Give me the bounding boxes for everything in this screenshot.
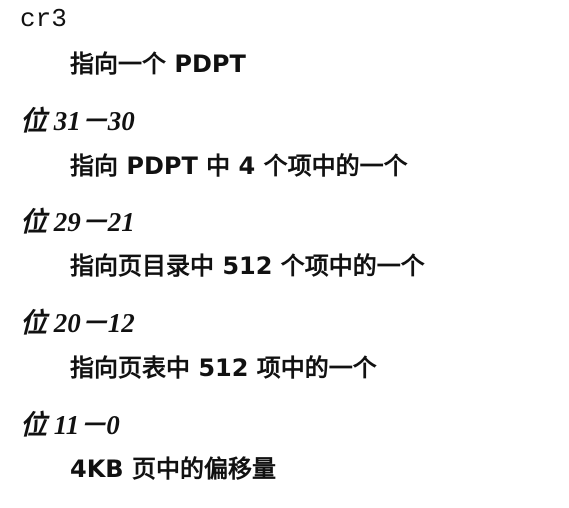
bits-31-30-heading: 位 31－30 <box>20 106 135 136</box>
bits-11-0-heading: 位 11－0 <box>20 410 120 440</box>
register-name: cr3 <box>20 4 67 34</box>
bits-29-21-description: 指向页目录中 512 个项中的一个 <box>70 252 425 280</box>
bits-11-0-description: 4KB 页中的偏移量 <box>70 455 276 483</box>
bits-29-21-heading: 位 29－21 <box>20 207 135 237</box>
bits-20-12-description: 指向页表中 512 项中的一个 <box>70 354 377 382</box>
bits-31-30-description: 指向 PDPT 中 4 个项中的一个 <box>70 152 408 180</box>
register-description: 指向一个 PDPT <box>70 50 246 78</box>
bits-20-12-heading: 位 20－12 <box>20 308 135 338</box>
address-translation-figure: cr3 指向一个 PDPT 位 31－30 指向 PDPT 中 4 个项中的一个… <box>0 0 569 508</box>
